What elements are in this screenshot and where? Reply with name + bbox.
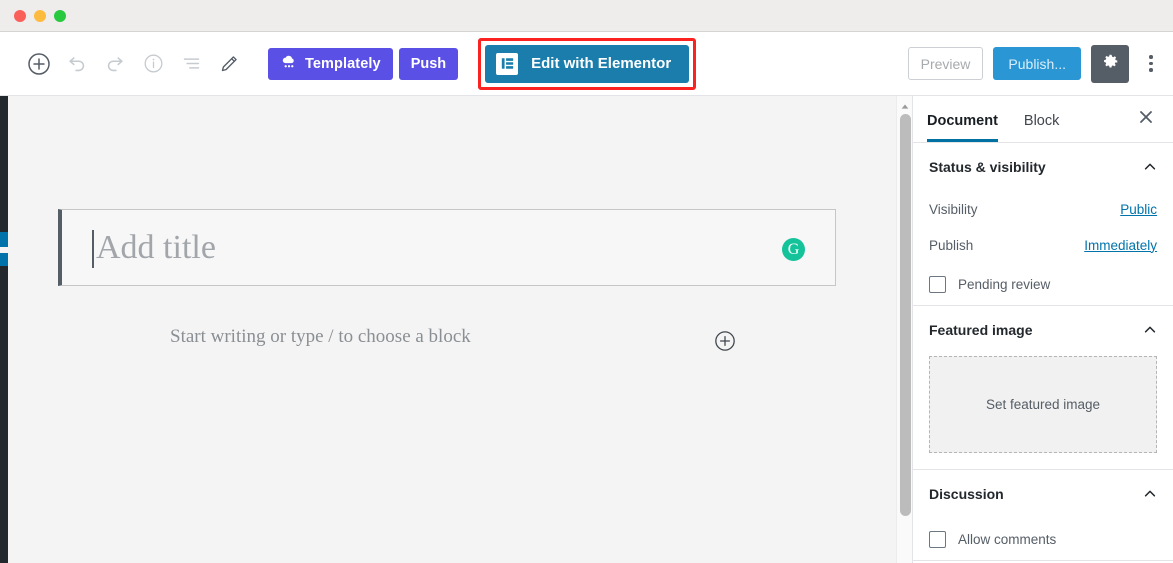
settings-sidebar: Document Block Status & visibility Visib… — [912, 96, 1173, 563]
kebab-dot-icon — [1149, 61, 1153, 66]
chevron-up-icon — [1143, 487, 1157, 501]
panel-discussion-title: Discussion — [929, 486, 1004, 502]
wordpress-block-editor: Templately Push Edit with Elementor Prev… — [0, 0, 1173, 563]
preview-button-label: Preview — [920, 55, 971, 72]
allow-comments-row[interactable]: Allow comments — [929, 518, 1157, 560]
window-close-button[interactable] — [14, 10, 26, 22]
kebab-dot-icon — [1149, 68, 1153, 72]
gear-icon — [1101, 52, 1120, 76]
scroll-up-arrow-icon[interactable] — [900, 99, 910, 109]
panel-featured-image-header[interactable]: Featured image — [929, 306, 1157, 354]
edit-with-elementor-highlight: Edit with Elementor — [478, 37, 697, 90]
window-titlebar — [0, 0, 1173, 32]
visibility-label: Visibility — [929, 201, 978, 217]
admin-menu-rail-gap — [0, 247, 8, 253]
preview-button[interactable]: Preview — [907, 47, 984, 80]
admin-menu-rail[interactable] — [0, 96, 8, 563]
post-title-field[interactable]: Add title G — [58, 209, 836, 286]
pending-review-label: Pending review — [958, 276, 1051, 292]
grammarly-letter: G — [787, 240, 800, 258]
inline-add-block-icon[interactable] — [714, 330, 736, 352]
panel-status-visibility-header[interactable]: Status & visibility — [929, 143, 1157, 191]
plugin-buttons-group: Templately Push — [268, 47, 459, 80]
templately-button-label: Templately — [305, 55, 381, 72]
toolbar-right-group: Preview Publish... — [907, 44, 1173, 83]
editor-body: Add title G Start writing or type / to c… — [0, 96, 1173, 563]
templately-button[interactable]: Templately — [268, 47, 393, 80]
list-view-icon[interactable] — [174, 47, 208, 81]
kebab-dot-icon — [1149, 55, 1153, 59]
tab-block[interactable]: Block — [1024, 97, 1059, 142]
chevron-up-icon — [1143, 160, 1157, 174]
window-traffic-lights — [14, 10, 66, 22]
panel-featured-image-title: Featured image — [929, 322, 1033, 338]
close-sidebar-button[interactable] — [1133, 106, 1159, 132]
add-block-icon[interactable] — [22, 47, 56, 81]
sidebar-tabs: Document Block — [913, 96, 1173, 143]
row-visibility: Visibility Public — [929, 191, 1157, 227]
publish-value-link[interactable]: Immediately — [1084, 238, 1157, 253]
pencil-edit-icon[interactable] — [212, 47, 246, 81]
pending-review-checkbox[interactable] — [929, 275, 946, 293]
elementor-layout-icon — [496, 52, 519, 75]
redo-icon[interactable] — [98, 47, 132, 81]
panel-discussion: Discussion Allow comments — [913, 470, 1173, 561]
close-icon — [1139, 110, 1153, 129]
tab-document-label: Document — [927, 112, 998, 129]
settings-button[interactable] — [1091, 44, 1129, 83]
row-publish: Publish Immediately — [929, 227, 1157, 263]
publish-label: Publish — [929, 237, 974, 253]
allow-comments-checkbox[interactable] — [929, 530, 946, 548]
allow-comments-label: Allow comments — [958, 531, 1057, 547]
push-button[interactable]: Push — [398, 47, 459, 80]
tab-document[interactable]: Document — [927, 97, 998, 142]
push-button-label: Push — [410, 55, 447, 72]
pending-review-row[interactable]: Pending review — [929, 263, 1157, 305]
panel-featured-image: Featured image Set featured image — [913, 306, 1173, 470]
text-caret — [92, 230, 94, 268]
edit-with-elementor-button[interactable]: Edit with Elementor — [485, 44, 690, 83]
canvas-scrollbar[interactable] — [896, 96, 912, 563]
toolbar-left-group: Templately Push Edit with Elementor — [0, 37, 697, 90]
visibility-value-link[interactable]: Public — [1120, 202, 1157, 217]
templately-cloud-icon — [280, 53, 298, 75]
panel-status-visibility-title: Status & visibility — [929, 159, 1046, 175]
chevron-up-icon — [1143, 323, 1157, 337]
set-featured-image-label: Set featured image — [985, 397, 1101, 412]
window-minimize-button[interactable] — [34, 10, 46, 22]
panel-status-visibility: Status & visibility Visibility Public Pu… — [913, 143, 1173, 306]
post-canvas: Add title G Start writing or type / to c… — [8, 96, 896, 563]
publish-button[interactable]: Publish... — [993, 47, 1081, 80]
edit-with-elementor-label: Edit with Elementor — [531, 55, 672, 72]
publish-button-label: Publish... — [1008, 55, 1066, 72]
window-maximize-button[interactable] — [54, 10, 66, 22]
grammarly-icon[interactable]: G — [782, 238, 805, 261]
default-block-placeholder[interactable]: Start writing or type / to choose a bloc… — [170, 326, 471, 348]
content-info-icon[interactable] — [136, 47, 170, 81]
undo-icon[interactable] — [60, 47, 94, 81]
scrollbar-thumb[interactable] — [900, 114, 911, 516]
panel-discussion-header[interactable]: Discussion — [929, 470, 1157, 518]
post-title-placeholder: Add title — [96, 229, 216, 266]
set-featured-image-button[interactable]: Set featured image — [929, 356, 1157, 453]
more-options-button[interactable] — [1139, 45, 1163, 83]
tab-block-label: Block — [1023, 112, 1060, 129]
editor-toolbar: Templately Push Edit with Elementor Prev… — [0, 32, 1173, 96]
